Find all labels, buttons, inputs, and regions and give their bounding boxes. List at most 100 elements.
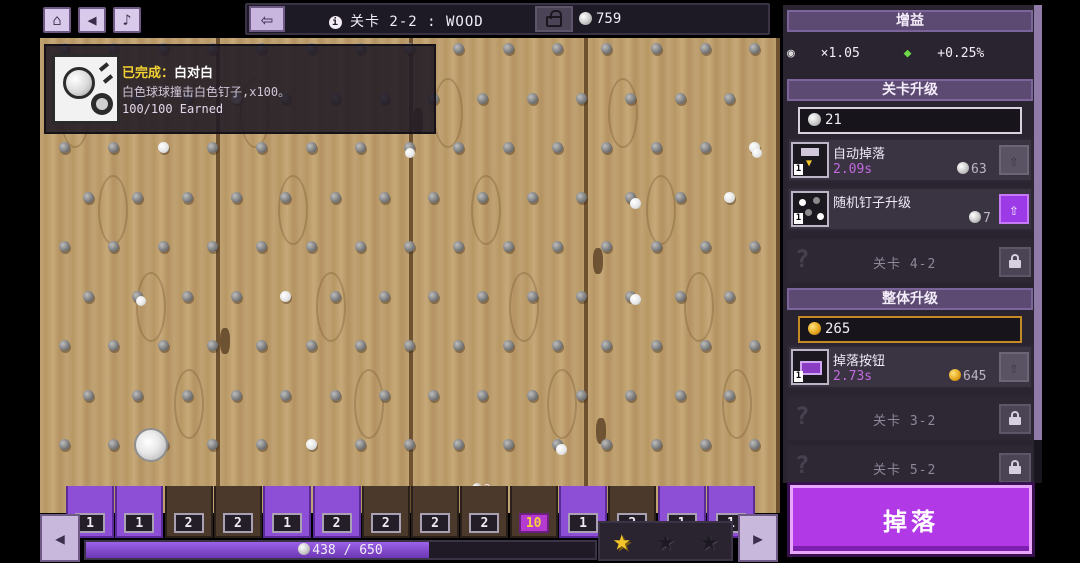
- back-button[interactable]: ⇦: [249, 6, 285, 32]
- wood-knot: [220, 328, 230, 354]
- peg: [699, 241, 711, 252]
- locked-button[interactable]: [999, 404, 1031, 434]
- peg: [526, 290, 538, 302]
- peg: [674, 290, 686, 302]
- question-icon: ?: [795, 402, 810, 430]
- upgrade-auto-drop[interactable]: ▼ 1 自动掉落 2.09s 63 ⇧: [787, 138, 1033, 182]
- music-button[interactable]: ♪: [113, 7, 141, 33]
- gem-icon: ◆: [903, 46, 912, 61]
- ball: [752, 148, 762, 158]
- peg: [502, 241, 514, 252]
- peg: [477, 92, 489, 104]
- peg: [305, 241, 317, 252]
- arrow-left-icon: ⇦: [260, 7, 274, 31]
- scrollbar-thumb[interactable]: [1034, 5, 1042, 440]
- peg: [157, 241, 169, 252]
- ball-icon: [969, 211, 981, 223]
- peg: [206, 241, 218, 252]
- peg: [280, 191, 292, 203]
- peg: [329, 290, 341, 302]
- upgrade-cost: 63: [957, 162, 987, 177]
- peg: [576, 290, 587, 302]
- upgrade-panel[interactable]: 增益 ◉ ×1.05 ◆ +0.25% 关卡升级 21 ▼ 1 自动掉落 2.0…: [783, 5, 1042, 483]
- level-title[interactable]: i 关卡 2-2 : WOOD: [329, 11, 484, 31]
- achievement-progress: 100/100 Earned: [122, 102, 224, 116]
- slot-multiplier: 1: [124, 513, 155, 533]
- peg: [83, 389, 94, 401]
- arrow-up-icon: ⇧: [1009, 357, 1019, 377]
- peg: [650, 43, 662, 54]
- score-slot: 1: [115, 486, 164, 538]
- score-slot: 10: [509, 486, 558, 538]
- achievement-toast: 已完成：白对白 白色球球撞击白色钉子,x100。 100/100 Earned: [44, 44, 436, 134]
- peg: [378, 290, 390, 302]
- peg: [699, 340, 711, 351]
- peg: [378, 389, 390, 401]
- lock-icon: [1009, 460, 1021, 474]
- peg: [230, 389, 242, 401]
- peg: [329, 191, 341, 203]
- slot-multiplier: 1: [568, 513, 598, 533]
- upgrade-button[interactable]: ⇧: [999, 352, 1029, 382]
- sound-button[interactable]: ◀: [78, 7, 106, 33]
- ball: [630, 198, 641, 209]
- gold-coin-icon: [808, 322, 821, 335]
- peg: [181, 389, 193, 401]
- peg: [181, 290, 193, 302]
- boost-gem-chance: ◆ +0.25%: [903, 46, 985, 61]
- peg: [477, 290, 489, 302]
- peg: [305, 142, 317, 153]
- upgrade-cost: 7: [969, 211, 991, 226]
- locked-button[interactable]: [999, 453, 1031, 483]
- slot-multiplier: 2: [321, 513, 352, 533]
- peg: [477, 389, 489, 401]
- home-button[interactable]: ⌂: [43, 7, 71, 33]
- next-page-button[interactable]: ▶: [738, 514, 778, 562]
- peg: [552, 241, 563, 252]
- slot-multiplier: 10: [518, 513, 549, 533]
- peg: [699, 43, 711, 54]
- question-icon: ?: [795, 245, 810, 273]
- star-empty-icon: ★: [656, 523, 675, 558]
- ball-icon: [808, 113, 821, 126]
- speaker-icon: ◀: [87, 11, 97, 29]
- peg: [502, 340, 514, 351]
- ball: [630, 294, 641, 305]
- peg: [428, 290, 440, 302]
- slot-multiplier: 1: [272, 513, 303, 533]
- lock-icon: [1009, 411, 1021, 425]
- locked-button[interactable]: [999, 247, 1031, 277]
- ball: [134, 428, 168, 462]
- upgrade-random-peg[interactable]: 1 随机钉子升级 7 ⇧: [787, 187, 1033, 231]
- level-coin-balance: 21: [798, 107, 1022, 134]
- peg: [354, 142, 366, 153]
- drop-button-icon: 1: [791, 349, 829, 385]
- upgrade-drop-button[interactable]: 1 掉落按钮 2.73s 645 ⇧: [787, 345, 1033, 389]
- score-slot: 2: [312, 486, 361, 538]
- lock-button[interactable]: [535, 6, 573, 32]
- peg: [181, 191, 193, 203]
- slot-multiplier: 2: [420, 513, 451, 533]
- slot-multiplier: 2: [370, 513, 401, 533]
- star-empty-icon: ★: [700, 523, 719, 558]
- upgrade-button[interactable]: ⇧: [999, 194, 1029, 224]
- peg: [526, 191, 538, 203]
- top-bar: ⌂ ◀ ♪ ⇦ i 关卡 2-2 : WOOD 759: [40, 3, 780, 35]
- random-peg-icon: 1: [791, 191, 829, 227]
- peg: [576, 191, 587, 203]
- ball: [136, 296, 146, 306]
- peg: [699, 142, 711, 153]
- peg: [552, 142, 563, 153]
- peg: [674, 389, 686, 401]
- peg: [305, 439, 317, 450]
- peg: [526, 389, 538, 401]
- prev-page-button[interactable]: ◀: [40, 514, 80, 562]
- drop-ball-button[interactable]: 掉落: [790, 485, 1032, 554]
- peg: [59, 439, 70, 450]
- ball-icon: [579, 12, 592, 25]
- upgrade-cost: 645: [949, 369, 986, 384]
- panel-scrollbar[interactable]: [1034, 5, 1042, 483]
- peg: [305, 340, 317, 351]
- peg: [157, 340, 169, 351]
- upgrade-button[interactable]: ⇧: [999, 145, 1029, 175]
